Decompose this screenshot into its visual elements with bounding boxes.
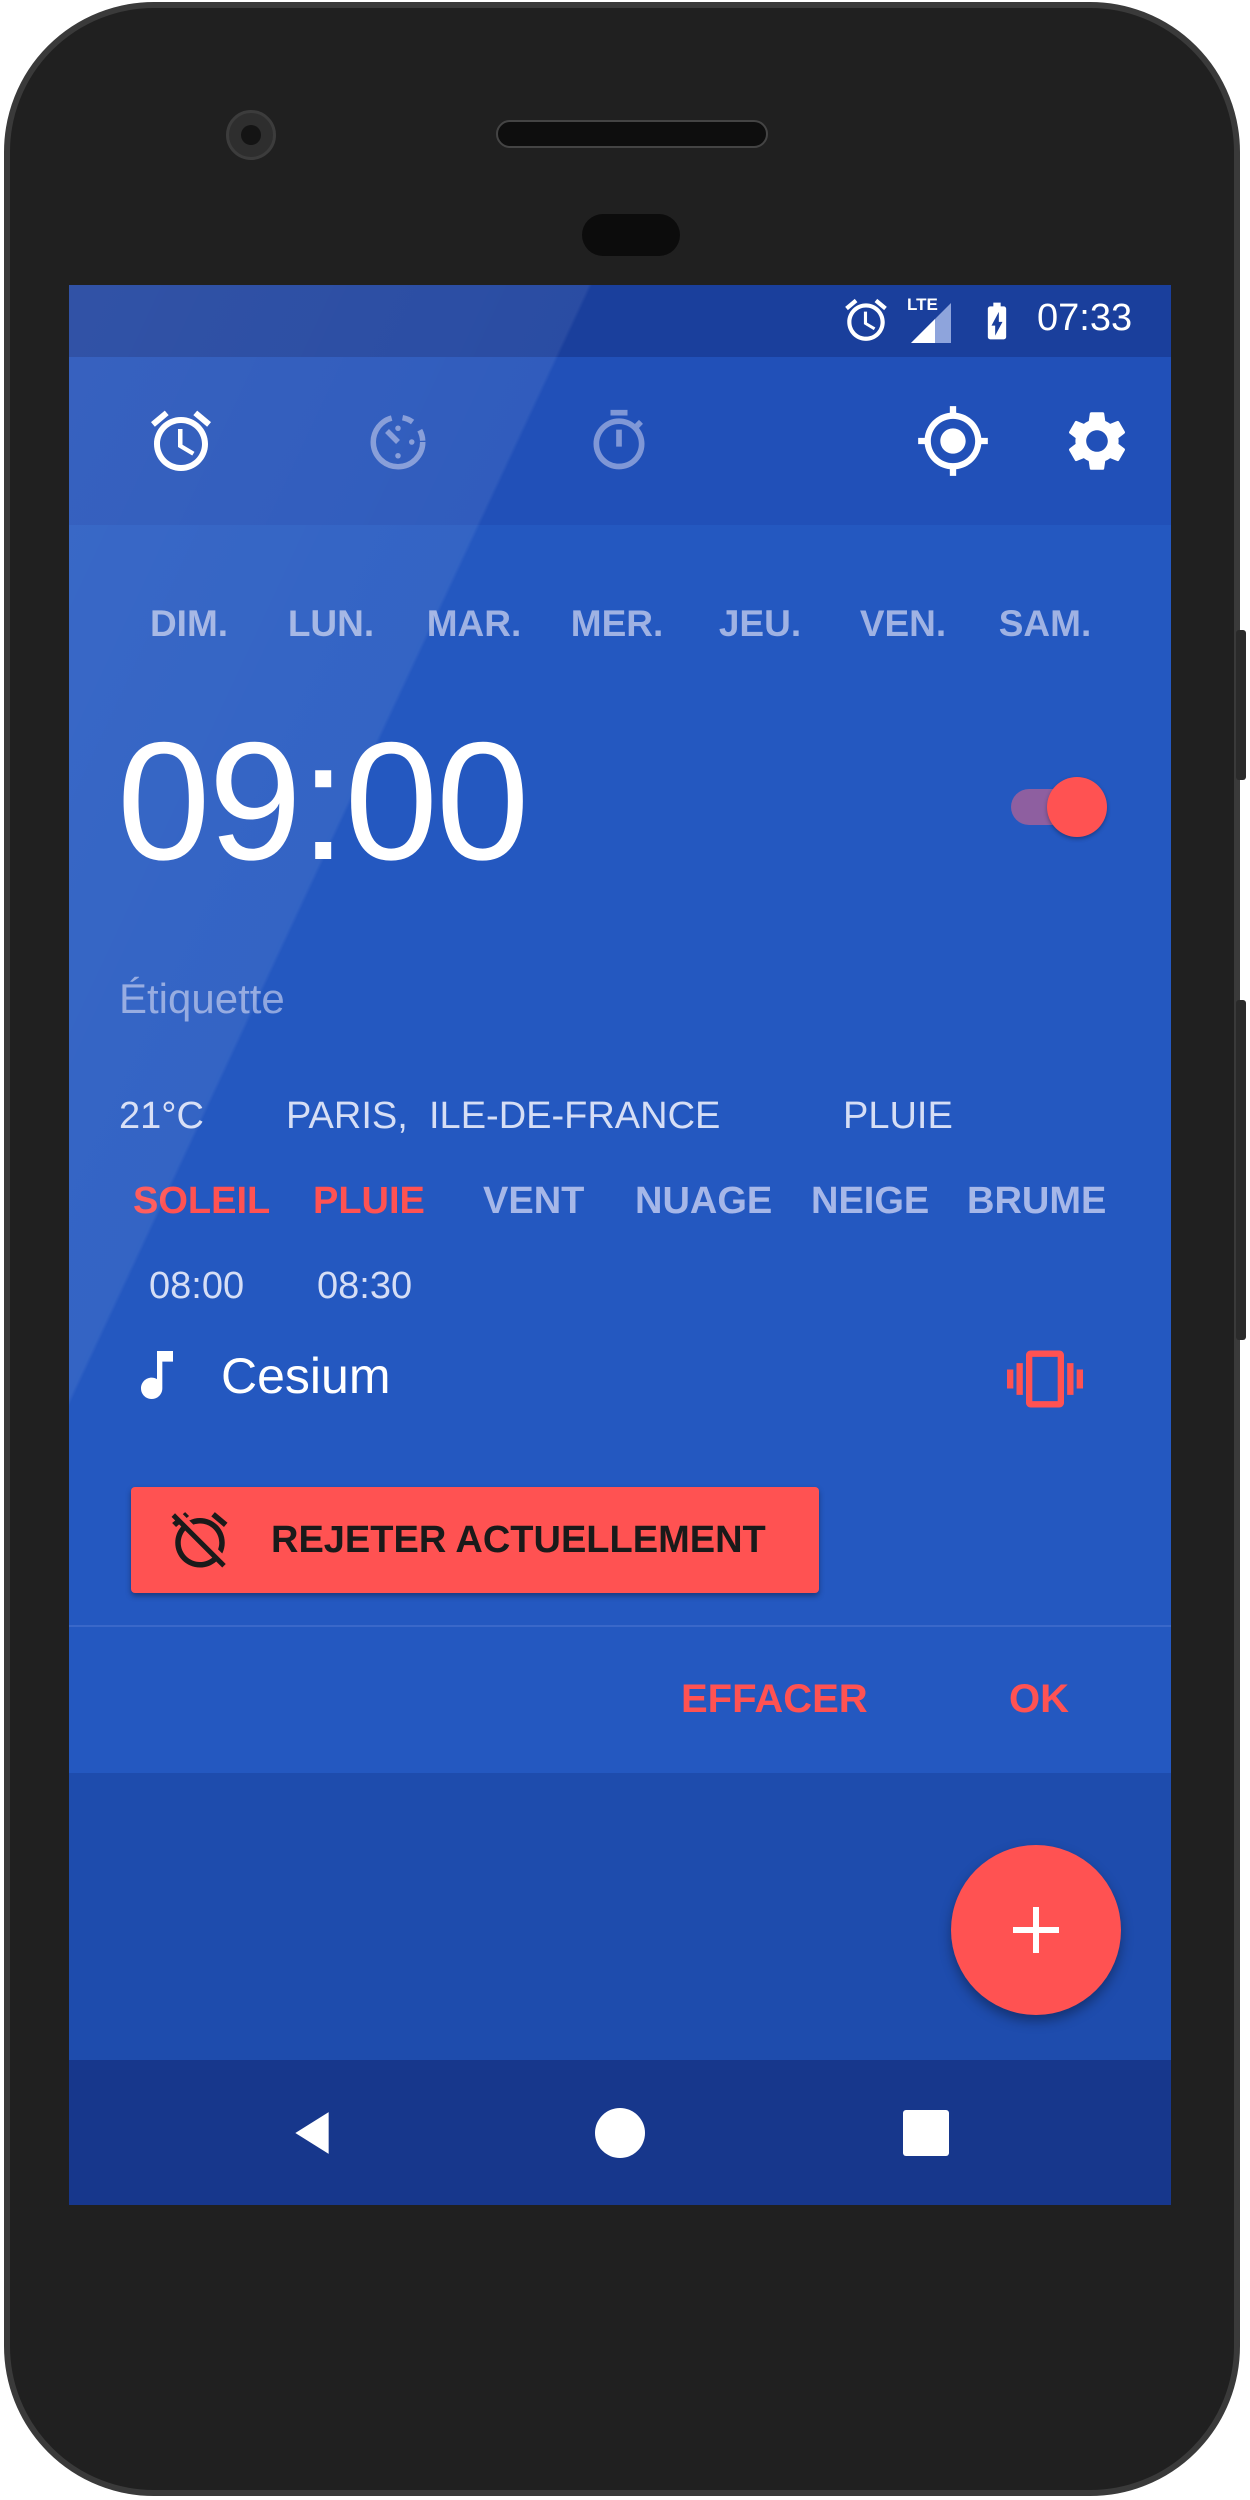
day-wednesday[interactable]: MER. bbox=[547, 603, 687, 645]
power-button bbox=[1236, 1000, 1246, 1340]
day-thursday[interactable]: JEU. bbox=[690, 603, 830, 645]
earpiece-speaker bbox=[496, 120, 768, 148]
temperature: 21°C bbox=[119, 1095, 204, 1137]
app-toolbar bbox=[69, 357, 1171, 525]
alarm-time[interactable]: 09:00 bbox=[117, 705, 529, 898]
dismiss-now-button[interactable]: REJETER ACTUELLEMENT bbox=[131, 1487, 819, 1593]
weather-option-neige[interactable]: NEIGE bbox=[811, 1180, 929, 1223]
weather-option-nuage[interactable]: NUAGE bbox=[635, 1180, 772, 1223]
add-alarm-button[interactable] bbox=[951, 1845, 1121, 2015]
ringtone-name[interactable]: Cesium bbox=[221, 1347, 390, 1405]
music-note-icon[interactable] bbox=[125, 1343, 189, 1407]
status-time: 07:33 bbox=[1037, 297, 1133, 339]
gear-icon[interactable] bbox=[1061, 405, 1133, 477]
lte-signal-icon bbox=[911, 303, 951, 343]
weather-time-soleil[interactable]: 08:00 bbox=[149, 1265, 244, 1308]
dismiss-now-label: REJETER ACTUELLEMENT bbox=[271, 1519, 766, 1561]
day-sunday[interactable]: DIM. bbox=[119, 603, 259, 645]
card-divider bbox=[69, 1625, 1171, 1627]
label-input[interactable]: Étiquette bbox=[119, 975, 285, 1023]
ok-button[interactable]: OK bbox=[1009, 1677, 1069, 1722]
location-city[interactable]: PARIS, bbox=[286, 1095, 408, 1138]
battery-charging-icon bbox=[987, 302, 1007, 340]
home-icon[interactable] bbox=[595, 2108, 645, 2158]
app-screen: LTE 07:33 DIM. LUN. MAR. MER. JEU. VEN. … bbox=[69, 285, 1171, 2205]
weather-time-pluie[interactable]: 08:30 bbox=[317, 1265, 412, 1308]
back-icon[interactable] bbox=[287, 2108, 337, 2158]
day-tuesday[interactable]: MAR. bbox=[404, 603, 544, 645]
clock-face-icon[interactable] bbox=[365, 409, 431, 475]
weather-option-pluie[interactable]: PLUIE bbox=[313, 1180, 425, 1223]
weather-option-brume[interactable]: BRUME bbox=[967, 1180, 1106, 1223]
alarm-clock-icon[interactable] bbox=[145, 405, 217, 477]
proximity-sensor bbox=[582, 214, 680, 256]
vibrate-icon[interactable] bbox=[1007, 1341, 1083, 1417]
recents-icon[interactable] bbox=[903, 2110, 949, 2156]
day-monday[interactable]: LUN. bbox=[261, 603, 401, 645]
system-navigation-bar bbox=[69, 2060, 1171, 2205]
alarm-off-icon bbox=[171, 1512, 228, 1568]
stopwatch-icon[interactable] bbox=[585, 407, 653, 475]
day-friday[interactable]: VEN. bbox=[833, 603, 973, 645]
location-region[interactable]: ILE-DE-FRANCE bbox=[429, 1095, 720, 1138]
weather-option-vent[interactable]: VENT bbox=[483, 1180, 584, 1223]
current-weather: PLUIE bbox=[843, 1095, 953, 1137]
day-saturday[interactable]: SAM. bbox=[975, 603, 1115, 645]
weather-option-soleil[interactable]: SOLEIL bbox=[133, 1180, 270, 1223]
front-camera bbox=[226, 110, 276, 160]
alarm-icon bbox=[845, 298, 887, 341]
delete-button[interactable]: EFFACER bbox=[681, 1677, 868, 1722]
status-bar: LTE 07:33 bbox=[69, 285, 1171, 357]
volume-button bbox=[1236, 630, 1246, 780]
toggle-thumb bbox=[1047, 777, 1107, 837]
location-target-icon[interactable] bbox=[915, 403, 991, 479]
